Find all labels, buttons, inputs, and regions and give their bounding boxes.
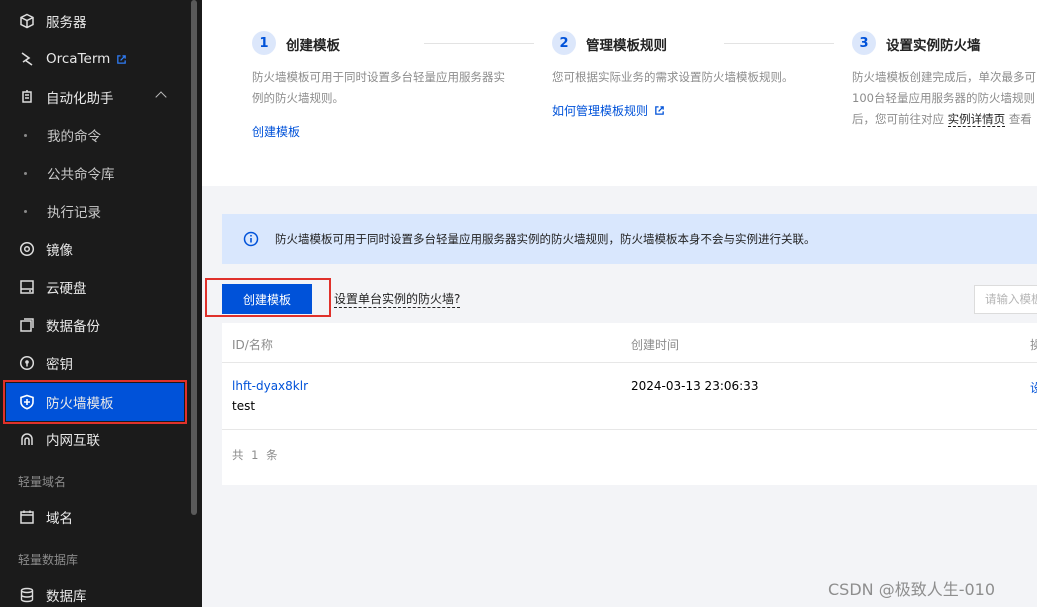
sidebar-item-cloud-disk[interactable]: 云硬盘: [0, 268, 191, 306]
external-link-icon: [117, 54, 127, 64]
sidebar-scrollbar[interactable]: [191, 0, 197, 515]
sidebar-item-domain[interactable]: 域名: [0, 498, 191, 536]
sidebar-item-label: 内网互联: [46, 433, 100, 449]
steps-card: 1 创建模板 防火墙模板可用于同时设置多台轻量应用服务器实例的防火墙规则。 创建…: [202, 0, 1037, 186]
sidebar-subitem-my-commands[interactable]: 我的命令: [0, 116, 191, 154]
sidebar-item-label: 服务器: [46, 15, 87, 31]
highlight-box: [3, 380, 187, 424]
table-header: ID/名称 创建时间 操: [222, 323, 1037, 363]
sidebar-item-label: 公共命令库: [47, 167, 115, 183]
template-id-link[interactable]: lhft-dyax8klr: [232, 379, 308, 393]
column-header-id-name: ID/名称: [232, 338, 273, 352]
info-icon: [243, 231, 259, 247]
manage-rules-link[interactable]: 如何管理模板规则: [552, 102, 665, 119]
step-title: 创建模板: [286, 38, 340, 54]
cube-icon: [19, 13, 35, 29]
step-description: 防火墙模板创建完成后，单次最多可 100台轻量应用服务器的防火墙规则 后，您可前…: [852, 67, 1037, 130]
sidebar-subitem-exec-records[interactable]: 执行记录: [0, 192, 191, 230]
sidebar-subitem-public-commands[interactable]: 公共命令库: [0, 154, 191, 192]
sidebar-item-label: 域名: [46, 511, 73, 527]
database-icon: [19, 587, 35, 603]
notice-text: 防火墙模板可用于同时设置多台轻量应用服务器实例的防火墙规则，防火墙模板本身不会与…: [275, 232, 816, 246]
domain-icon: [19, 509, 35, 525]
bullet-icon: [24, 171, 27, 175]
bullet-icon: [24, 209, 27, 213]
step-desc-text: 后，您可前往对应: [852, 112, 944, 126]
watermark: CSDN @极致人生-010: [828, 580, 996, 599]
step-number: 3: [852, 31, 876, 55]
instance-detail-link[interactable]: 实例详情页: [947, 112, 1006, 127]
step-desc-line: 100台轻量应用服务器的防火墙规则: [852, 91, 1035, 105]
step-number: 1: [252, 31, 276, 55]
sidebar-item-orcaterm[interactable]: OrcaTerm: [0, 40, 191, 78]
sidebar-item-label: 密钥: [46, 357, 73, 373]
step-description: 您可根据实际业务的需求设置防火墙模板规则。: [552, 70, 794, 84]
template-created-time: 2024-03-13 23:06:33: [631, 379, 759, 393]
step-desc-line: 后，您可前往对应 实例详情页 查看: [852, 109, 1037, 130]
sidebar-item-server[interactable]: 服务器: [0, 2, 191, 40]
column-header-action: 操: [1030, 338, 1037, 352]
step-connector: [724, 43, 834, 44]
search-input[interactable]: 请输入模板: [974, 285, 1037, 314]
step-desc-line: 防火墙模板创建完成后，单次最多可: [852, 70, 1036, 84]
bullet-icon: [24, 133, 27, 137]
backup-icon: [19, 317, 35, 333]
step-desc-text: 查看: [1008, 112, 1032, 126]
step-number: 2: [552, 31, 576, 55]
highlight-box: [205, 278, 331, 317]
table-total-count: 共 1 条: [232, 448, 280, 462]
sidebar-item-key[interactable]: 密钥: [0, 344, 191, 382]
step-connector: [424, 43, 534, 44]
sidebar-item-label: OrcaTerm: [46, 51, 111, 67]
row-action-link[interactable]: 设: [1030, 379, 1037, 396]
step-description: 防火墙模板可用于同时设置多台轻量应用服务器实例的防火墙规则。: [252, 70, 505, 105]
manage-rules-link-label: 如何管理模板规则: [552, 104, 649, 118]
template-name: test: [232, 399, 256, 413]
single-instance-firewall-link[interactable]: 设置单台实例的防火墙?: [334, 291, 461, 308]
sidebar: 服务器 OrcaTerm 自动化助手 我的命令 公共命令库 执行记录 镜像 云硬…: [0, 0, 202, 607]
template-table: ID/名称 创建时间 操 lhft-dyax8klr test 2024-03-…: [222, 323, 1037, 485]
create-template-link[interactable]: 创建模板: [252, 123, 300, 140]
sidebar-item-image[interactable]: 镜像: [0, 230, 191, 268]
sidebar-item-label: 镜像: [46, 243, 73, 259]
sidebar-item-backup[interactable]: 数据备份: [0, 306, 191, 344]
sidebar-item-label: 自动化助手: [46, 91, 114, 107]
info-notice: 防火墙模板可用于同时设置多台轻量应用服务器实例的防火墙规则，防火墙模板本身不会与…: [222, 214, 1037, 264]
group-title-domain: 轻量域名: [18, 475, 67, 489]
automation-icon: [19, 89, 35, 105]
sidebar-item-label: 数据库: [46, 589, 87, 605]
sidebar-item-label: 执行记录: [47, 205, 101, 221]
table-row: lhft-dyax8klr test 2024-03-13 23:06:33 设: [222, 364, 1037, 430]
sidebar-item-intranet[interactable]: 内网互联: [0, 420, 191, 458]
sidebar-item-database[interactable]: 数据库: [0, 576, 191, 607]
image-disc-icon: [19, 241, 35, 257]
sidebar-item-label: 数据备份: [46, 319, 100, 335]
network-icon: [19, 431, 35, 447]
external-link-icon: [655, 106, 664, 115]
terminal-icon: [19, 51, 35, 67]
sidebar-item-label: 云硬盘: [46, 281, 87, 297]
step-title: 管理模板规则: [586, 38, 667, 54]
chevron-up-icon[interactable]: [155, 91, 167, 103]
sidebar-item-automation[interactable]: 自动化助手: [0, 78, 191, 116]
step-title: 设置实例防火墙: [886, 38, 981, 54]
sidebar-item-label: 我的命令: [47, 129, 101, 145]
group-title-database: 轻量数据库: [18, 553, 79, 567]
key-icon: [19, 355, 35, 371]
column-header-created: 创建时间: [631, 338, 680, 352]
disk-icon: [19, 279, 35, 295]
